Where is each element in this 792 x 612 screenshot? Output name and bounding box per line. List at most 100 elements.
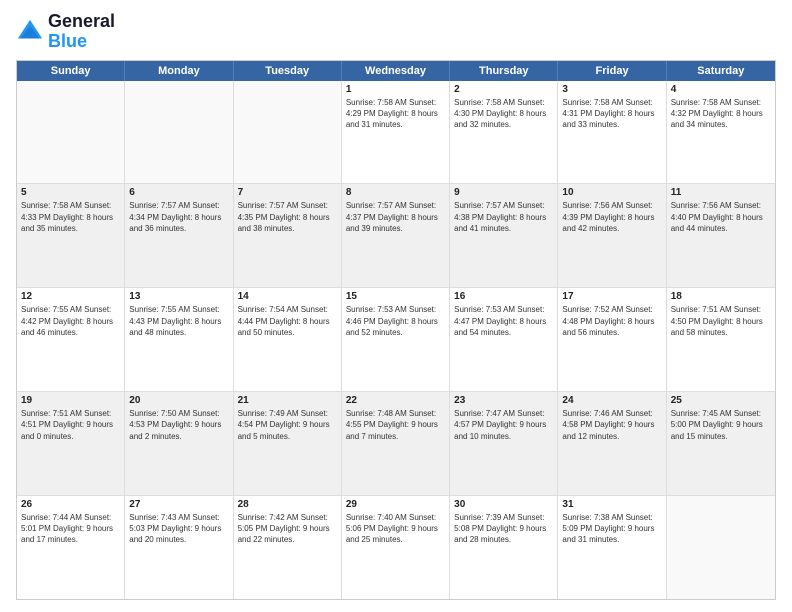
day-content: Sunrise: 7:40 AM Sunset: 5:06 PM Dayligh… [346, 512, 445, 546]
day-cell-2: 2 Sunrise: 7:58 AM Sunset: 4:30 PM Daylig… [450, 81, 558, 184]
day-content: Sunrise: 7:52 AM Sunset: 4:48 PM Dayligh… [562, 304, 661, 338]
day-cell-23: 23Sunrise: 7:47 AM Sunset: 4:57 PM Dayli… [450, 392, 558, 495]
day-number: 3 [562, 84, 661, 95]
day-content: Sunrise: 7:56 AM Sunset: 4:39 PM Dayligh… [562, 200, 661, 234]
calendar-week-4: 19 Sunrise: 7:51 AM Sunset: 4:51 PM Dayli… [17, 392, 775, 496]
day-number: 16 [454, 291, 553, 302]
day-number: 1 [346, 84, 445, 95]
logo-text: General Blue [48, 12, 115, 52]
day-number: 2 [454, 84, 553, 95]
empty-cell [234, 81, 342, 184]
day-number: 4 [671, 84, 771, 95]
day-cell-18: 18Sunrise: 7:51 AM Sunset: 4:50 PM Dayli… [667, 288, 775, 391]
day-content: Sunrise: 7:58 AM Sunset: 4:32 PM Dayligh… [671, 97, 771, 131]
calendar: SundayMondayTuesdayWednesdayThursdayFrid… [16, 60, 776, 600]
empty-cell [17, 81, 125, 184]
day-content: Sunrise: 7:39 AM Sunset: 5:08 PM Dayligh… [454, 512, 553, 546]
day-number: 5 [21, 187, 120, 198]
day-number: 26 [21, 499, 120, 510]
day-cell-26: 26 Sunrise: 7:44 AM Sunset: 5:01 PM Dayli… [17, 496, 125, 599]
day-number: 21 [238, 395, 337, 406]
day-cell-10: 10 Sunrise: 7:56 AM Sunset: 4:39 PM Dayli… [558, 184, 666, 287]
day-content: Sunrise: 7:43 AM Sunset: 5:03 PM Dayligh… [129, 512, 228, 546]
day-content: Sunrise: 7:57 AM Sunset: 4:34 PM Dayligh… [129, 200, 228, 234]
day-number: 29 [346, 499, 445, 510]
day-cell-7: 7Sunrise: 7:57 AM Sunset: 4:35 PM Daylig… [234, 184, 342, 287]
day-number: 6 [129, 187, 228, 198]
day-content: Sunrise: 7:54 AM Sunset: 4:44 PM Dayligh… [238, 304, 337, 338]
day-header-monday: Monday [125, 61, 233, 81]
calendar-body: 1Sunrise: 7:58 AM Sunset: 4:29 PM Daylig… [17, 81, 775, 599]
day-number: 23 [454, 395, 553, 406]
day-number: 31 [562, 499, 661, 510]
day-cell-21: 21 Sunrise: 7:49 AM Sunset: 4:54 PM Dayli… [234, 392, 342, 495]
logo-icon [16, 18, 44, 46]
day-content: Sunrise: 7:58 AM Sunset: 4:30 PM Dayligh… [454, 97, 553, 131]
day-cell-24: 24 Sunrise: 7:46 AM Sunset: 4:58 PM Dayli… [558, 392, 666, 495]
day-cell-4: 4 Sunrise: 7:58 AM Sunset: 4:32 PM Daylig… [667, 81, 775, 184]
day-cell-29: 29 Sunrise: 7:40 AM Sunset: 5:06 PM Dayli… [342, 496, 450, 599]
day-number: 12 [21, 291, 120, 302]
day-cell-1: 1Sunrise: 7:58 AM Sunset: 4:29 PM Daylig… [342, 81, 450, 184]
day-content: Sunrise: 7:49 AM Sunset: 4:54 PM Dayligh… [238, 408, 337, 442]
day-cell-27: 27 Sunrise: 7:43 AM Sunset: 5:03 PM Dayli… [125, 496, 233, 599]
day-number: 10 [562, 187, 661, 198]
day-number: 25 [671, 395, 771, 406]
page: General Blue SundayMondayTuesdayWednesda… [0, 0, 792, 612]
day-header-thursday: Thursday [450, 61, 558, 81]
day-header-saturday: Saturday [667, 61, 775, 81]
day-content: Sunrise: 7:58 AM Sunset: 4:31 PM Dayligh… [562, 97, 661, 131]
day-number: 8 [346, 187, 445, 198]
day-cell-30: 30 Sunrise: 7:39 AM Sunset: 5:08 PM Dayli… [450, 496, 558, 599]
day-number: 24 [562, 395, 661, 406]
calendar-week-1: 1Sunrise: 7:58 AM Sunset: 4:29 PM Daylig… [17, 81, 775, 185]
day-content: Sunrise: 7:56 AM Sunset: 4:40 PM Dayligh… [671, 200, 771, 234]
day-cell-20: 20 Sunrise: 7:50 AM Sunset: 4:53 PM Dayli… [125, 392, 233, 495]
day-content: Sunrise: 7:55 AM Sunset: 4:43 PM Dayligh… [129, 304, 228, 338]
day-cell-3: 3 Sunrise: 7:58 AM Sunset: 4:31 PM Daylig… [558, 81, 666, 184]
day-number: 7 [238, 187, 337, 198]
day-cell-11: 11 Sunrise: 7:56 AM Sunset: 4:40 PM Dayli… [667, 184, 775, 287]
day-header-friday: Friday [558, 61, 666, 81]
day-content: Sunrise: 7:53 AM Sunset: 4:47 PM Dayligh… [454, 304, 553, 338]
day-number: 19 [21, 395, 120, 406]
day-cell-28: 28Sunrise: 7:42 AM Sunset: 5:05 PM Dayli… [234, 496, 342, 599]
empty-cell [125, 81, 233, 184]
day-content: Sunrise: 7:46 AM Sunset: 4:58 PM Dayligh… [562, 408, 661, 442]
day-header-sunday: Sunday [17, 61, 125, 81]
day-number: 22 [346, 395, 445, 406]
day-number: 20 [129, 395, 228, 406]
day-cell-5: 5 Sunrise: 7:58 AM Sunset: 4:33 PM Daylig… [17, 184, 125, 287]
day-cell-9: 9 Sunrise: 7:57 AM Sunset: 4:38 PM Daylig… [450, 184, 558, 287]
day-number: 18 [671, 291, 771, 302]
day-number: 14 [238, 291, 337, 302]
day-cell-16: 16 Sunrise: 7:53 AM Sunset: 4:47 PM Dayli… [450, 288, 558, 391]
calendar-week-2: 5 Sunrise: 7:58 AM Sunset: 4:33 PM Daylig… [17, 184, 775, 288]
day-content: Sunrise: 7:45 AM Sunset: 5:00 PM Dayligh… [671, 408, 771, 442]
empty-cell [667, 496, 775, 599]
day-content: Sunrise: 7:42 AM Sunset: 5:05 PM Dayligh… [238, 512, 337, 546]
day-number: 13 [129, 291, 228, 302]
day-cell-8: 8Sunrise: 7:57 AM Sunset: 4:37 PM Daylig… [342, 184, 450, 287]
day-content: Sunrise: 7:58 AM Sunset: 4:33 PM Dayligh… [21, 200, 120, 234]
day-number: 30 [454, 499, 553, 510]
day-cell-12: 12Sunrise: 7:55 AM Sunset: 4:42 PM Dayli… [17, 288, 125, 391]
day-header-wednesday: Wednesday [342, 61, 450, 81]
day-content: Sunrise: 7:44 AM Sunset: 5:01 PM Dayligh… [21, 512, 120, 546]
day-cell-31: 31 Sunrise: 7:38 AM Sunset: 5:09 PM Dayli… [558, 496, 666, 599]
day-content: Sunrise: 7:50 AM Sunset: 4:53 PM Dayligh… [129, 408, 228, 442]
day-cell-19: 19 Sunrise: 7:51 AM Sunset: 4:51 PM Dayli… [17, 392, 125, 495]
day-content: Sunrise: 7:38 AM Sunset: 5:09 PM Dayligh… [562, 512, 661, 546]
day-content: Sunrise: 7:57 AM Sunset: 4:38 PM Dayligh… [454, 200, 553, 234]
day-content: Sunrise: 7:48 AM Sunset: 4:55 PM Dayligh… [346, 408, 445, 442]
calendar-header: SundayMondayTuesdayWednesdayThursdayFrid… [17, 61, 775, 81]
day-number: 9 [454, 187, 553, 198]
day-number: 11 [671, 187, 771, 198]
day-cell-6: 6 Sunrise: 7:57 AM Sunset: 4:34 PM Daylig… [125, 184, 233, 287]
day-header-tuesday: Tuesday [234, 61, 342, 81]
header: General Blue [16, 12, 776, 52]
day-number: 17 [562, 291, 661, 302]
day-cell-13: 13 Sunrise: 7:55 AM Sunset: 4:43 PM Dayli… [125, 288, 233, 391]
day-number: 27 [129, 499, 228, 510]
day-content: Sunrise: 7:51 AM Sunset: 4:51 PM Dayligh… [21, 408, 120, 442]
